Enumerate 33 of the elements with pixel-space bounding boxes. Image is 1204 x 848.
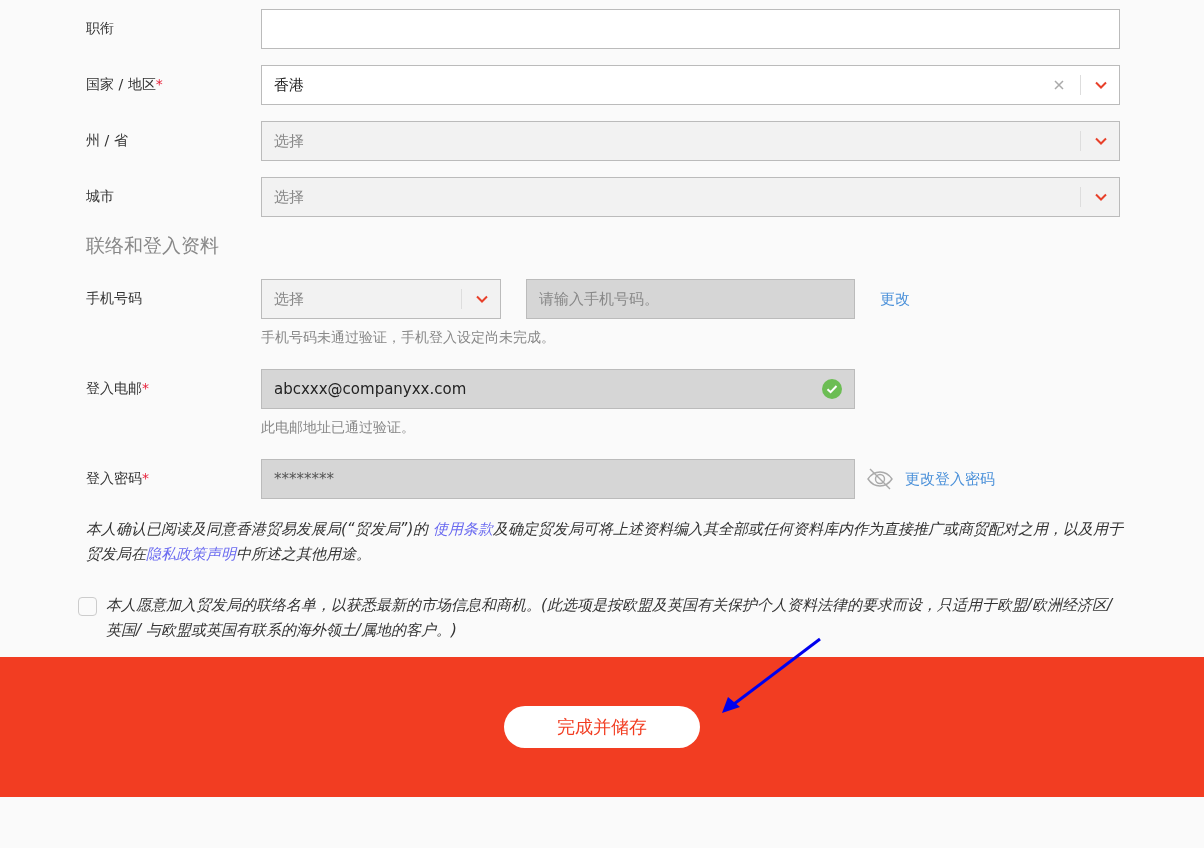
save-button[interactable]: 完成并储存 <box>504 706 700 748</box>
field-label: 职衔 <box>86 20 115 38</box>
email-field[interactable]: abcxxx@companyxx.com <box>261 369 855 409</box>
password-field[interactable]: ******** <box>261 459 855 499</box>
eye-slash-icon[interactable] <box>867 468 893 490</box>
opt-in-text: 本人愿意加入贸发局的联络名单，以获悉最新的市场信息和商机。(此选项是按欧盟及英国有关保护个人资料法律的要求而设，只适用于欧盟/欧洲经济区/英国/ 与欧盟或英国有联系的海外领土/属地的客户。) <box>106 595 1115 641</box>
section-title: 联络和登入资料 <box>86 233 220 258</box>
select-field[interactable]: 香港 <box>261 65 1120 105</box>
select-placeholder: 选择 <box>274 187 305 207</box>
change-link[interactable]: 更改 <box>880 289 910 309</box>
select-placeholder: 选择 <box>274 131 305 151</box>
chevron-down-icon[interactable] <box>1095 81 1107 89</box>
select-value: 香港 <box>274 75 305 95</box>
field-label: 国家 / 地区* <box>86 76 164 94</box>
field-label: 城市 <box>86 188 115 206</box>
text-field[interactable] <box>261 9 1120 49</box>
change-password-link[interactable]: 更改登入密码 <box>905 469 995 489</box>
policy-link[interactable]: 隐私政策声明 <box>146 545 236 563</box>
select-placeholder: 选择 <box>274 289 305 309</box>
password-value: ******** <box>274 470 335 488</box>
email-note: 此电邮地址已通过验证。 <box>261 419 416 437</box>
policy-link[interactable]: 使用条款 <box>433 520 493 538</box>
field-label: 州 / 省 <box>86 132 129 150</box>
field-label: 手机号码 <box>86 290 143 308</box>
checkbox[interactable] <box>78 597 97 616</box>
phone-note: 手机号码未通过验证，手机登入设定尚未完成。 <box>261 329 556 347</box>
field-label: 登入密码* <box>86 470 150 488</box>
email-value: abcxxx@companyxx.com <box>274 380 468 398</box>
clear-icon[interactable] <box>1054 80 1064 90</box>
consent-text: 本人确认已阅读及同意香港贸易发展局(“贸发局”)的 使用条款及确定贸发局可将上述资料编入其全部或任何资料库内作为直接推广或商贸配对之用，以及用于贸发局在隐私政策声明中所述之其他用途。 <box>86 519 1125 565</box>
field-label: 登入电邮* <box>86 380 150 398</box>
chevron-down-icon[interactable] <box>476 295 488 303</box>
country-code-select[interactable]: 选择 <box>261 279 501 319</box>
